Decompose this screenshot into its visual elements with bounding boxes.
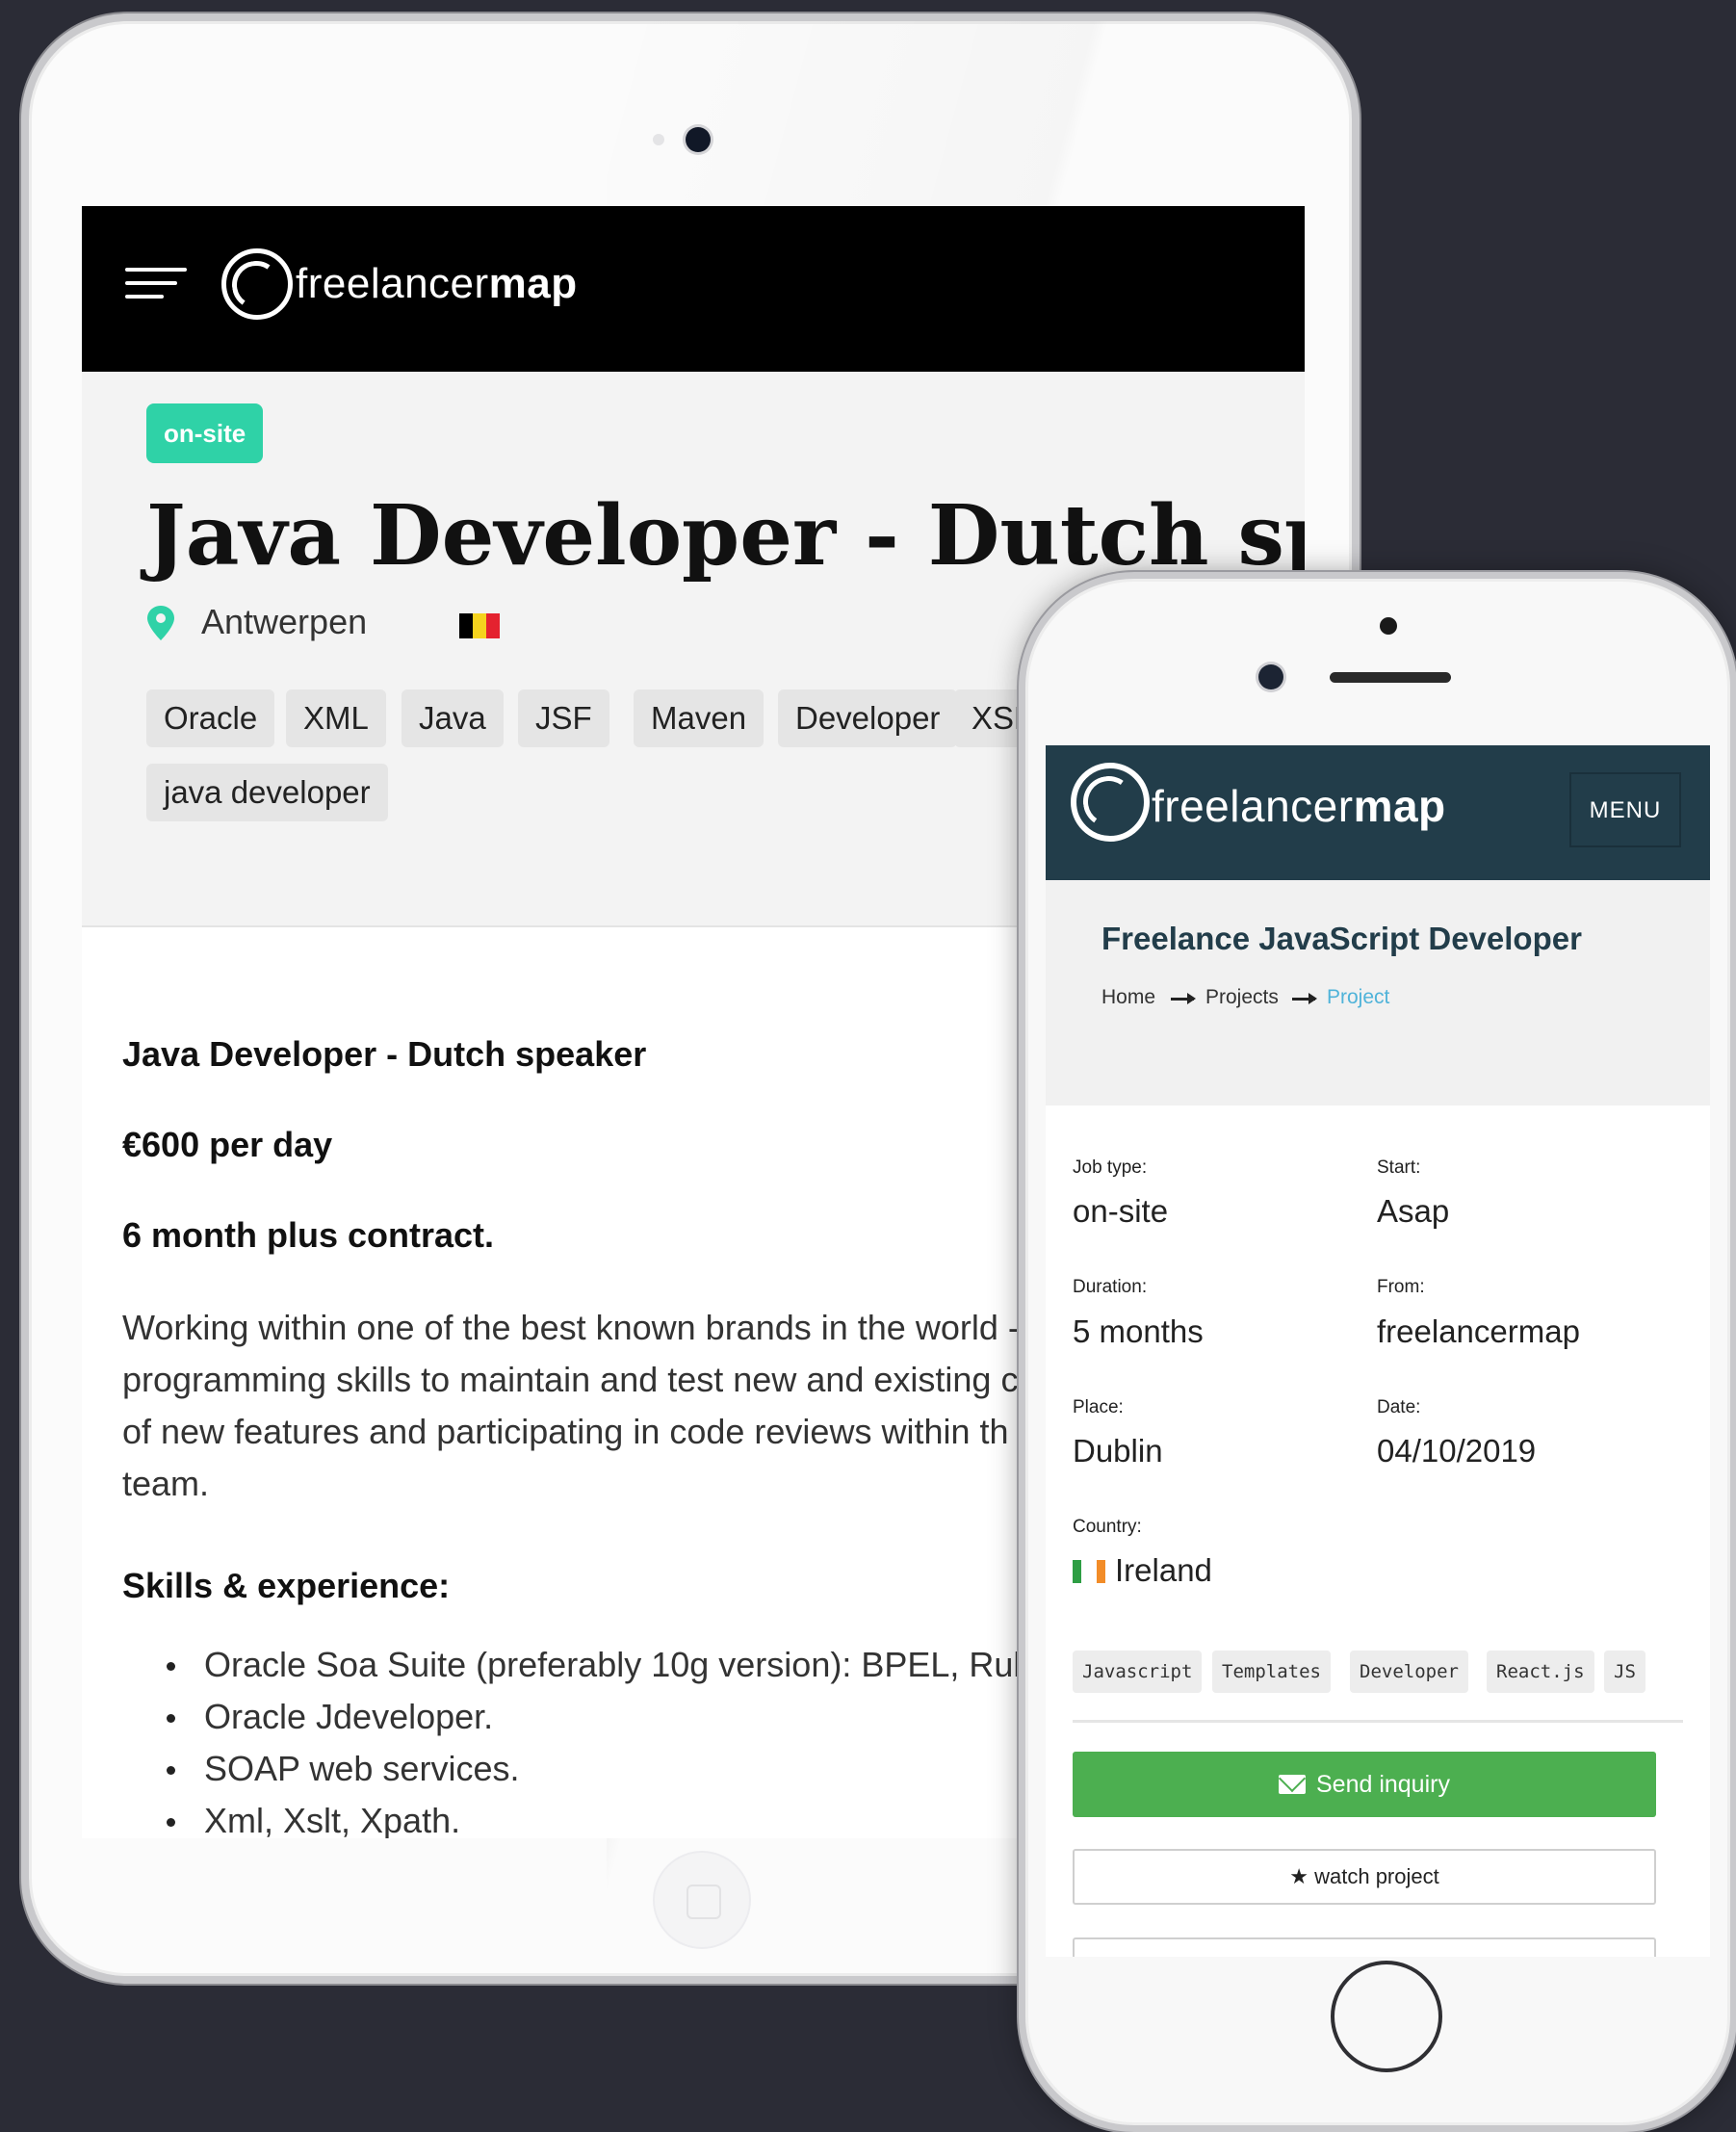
tag[interactable]: JS <box>1604 1651 1645 1693</box>
ireland-flag-icon <box>1073 1560 1106 1583</box>
from-label: From: <box>1377 1277 1425 1297</box>
duration-label: Duration: <box>1073 1277 1148 1297</box>
place-label: Place: <box>1073 1397 1124 1417</box>
logo-text-regular: freelancer <box>296 260 489 307</box>
country-label: Country: <box>1073 1517 1142 1537</box>
job-type-label: Job type: <box>1073 1157 1148 1178</box>
divider <box>1073 1720 1683 1723</box>
job-type-badge: on-site <box>146 403 264 463</box>
start-label: Start: <box>1377 1157 1421 1178</box>
tag[interactable]: Developer <box>1350 1651 1468 1693</box>
skill-item: SOAP web services. <box>122 1743 1040 1795</box>
phone-sensor <box>1380 617 1397 635</box>
send-inquiry-label: Send inquiry <box>1315 1771 1450 1798</box>
from-value: freelancermap <box>1377 1313 1580 1349</box>
date-value: 04/10/2019 <box>1377 1433 1537 1469</box>
freelancermap-logo-text[interactable]: freelancermap <box>1152 780 1446 832</box>
tag[interactable]: JSF <box>518 689 609 747</box>
job-title: Java Developer - Dutch speaker <box>146 487 1305 585</box>
tag[interactable]: Java <box>402 689 504 747</box>
skill-item: Oracle Soa Suite (preferably 10g version… <box>122 1639 1040 1691</box>
phone-navbar: freelancermap MENU <box>1046 745 1710 880</box>
phone-screen: freelancermap MENU Freelance JavaScript … <box>1046 745 1710 1957</box>
tablet-camera <box>686 127 711 152</box>
tag[interactable]: XML <box>286 689 386 747</box>
location-pin-icon <box>147 606 174 640</box>
job-type-value: on-site <box>1073 1193 1169 1229</box>
logo-text-bold: map <box>1353 781 1446 831</box>
breadcrumb-home[interactable]: Home <box>1101 986 1155 1009</box>
phone-home-button[interactable] <box>1331 1961 1442 2072</box>
freelancermap-logo-icon[interactable] <box>1071 763 1150 842</box>
tag[interactable]: React.js <box>1487 1651 1594 1693</box>
breadcrumb-project: Project <box>1327 986 1390 1008</box>
place-value: Dublin <box>1073 1433 1163 1469</box>
envelope-icon <box>1279 1775 1307 1794</box>
tag[interactable]: Javascript <box>1073 1651 1203 1693</box>
phone-speaker <box>1330 672 1451 683</box>
arrow-right-icon <box>1171 993 1196 1004</box>
date-label: Date: <box>1377 1397 1421 1417</box>
skill-item: Oracle Jdeveloper. <box>122 1691 1040 1743</box>
phone-page-header: Freelance JavaScript Developer Home Proj… <box>1046 880 1710 1105</box>
send-inquiry-button[interactable]: Send inquiry <box>1073 1752 1656 1817</box>
skills-heading: Skills & experience: <box>122 1566 451 1605</box>
logo-text-regular: freelancer <box>1152 781 1354 831</box>
hamburger-menu-icon[interactable] <box>125 268 187 306</box>
star-icon: ★ <box>1289 1864 1308 1888</box>
watch-project-label: watch project <box>1314 1864 1439 1888</box>
additional-button[interactable] <box>1073 1937 1656 1957</box>
phone-camera <box>1258 664 1283 689</box>
tag[interactable]: Templates <box>1212 1651 1331 1693</box>
contract-text: 6 month plus contract. <box>122 1215 495 1255</box>
freelancermap-logo-text[interactable]: freelancermap <box>296 260 578 308</box>
watch-project-button[interactable]: ★ watch project <box>1073 1849 1656 1905</box>
menu-button[interactable]: MENU <box>1569 772 1681 847</box>
location-text: Antwerpen <box>201 602 368 641</box>
tag[interactable]: Maven <box>634 689 764 747</box>
tablet-home-button[interactable] <box>653 1851 751 1949</box>
breadcrumb-projects[interactable]: Projects <box>1205 986 1279 1009</box>
arrow-right-icon <box>1292 993 1317 1004</box>
country-value: Ireland <box>1115 1552 1212 1588</box>
start-value: Asap <box>1377 1193 1450 1229</box>
belgium-flag-icon <box>459 613 500 638</box>
tag[interactable]: Oracle <box>146 689 275 747</box>
tag[interactable]: Developer <box>778 689 958 747</box>
skill-item: Xml, Xslt, Xpath. <box>122 1795 1040 1838</box>
logo-text-bold: map <box>488 260 578 307</box>
tag[interactable]: java developer <box>146 764 388 821</box>
tablet-navbar: freelancermap <box>82 206 1305 372</box>
project-title: Freelance JavaScript Developer <box>1101 921 1582 956</box>
freelancermap-logo-icon[interactable] <box>221 248 293 320</box>
tablet-sensor <box>653 134 664 145</box>
duration-value: 5 months <box>1073 1313 1204 1349</box>
skills-list: Oracle Soa Suite (preferably 10g version… <box>122 1639 1040 1838</box>
phone-device: freelancermap MENU Freelance JavaScript … <box>1019 572 1736 2132</box>
rate-text: €600 per day <box>122 1125 333 1164</box>
description-heading: Java Developer - Dutch speaker <box>122 1034 647 1074</box>
